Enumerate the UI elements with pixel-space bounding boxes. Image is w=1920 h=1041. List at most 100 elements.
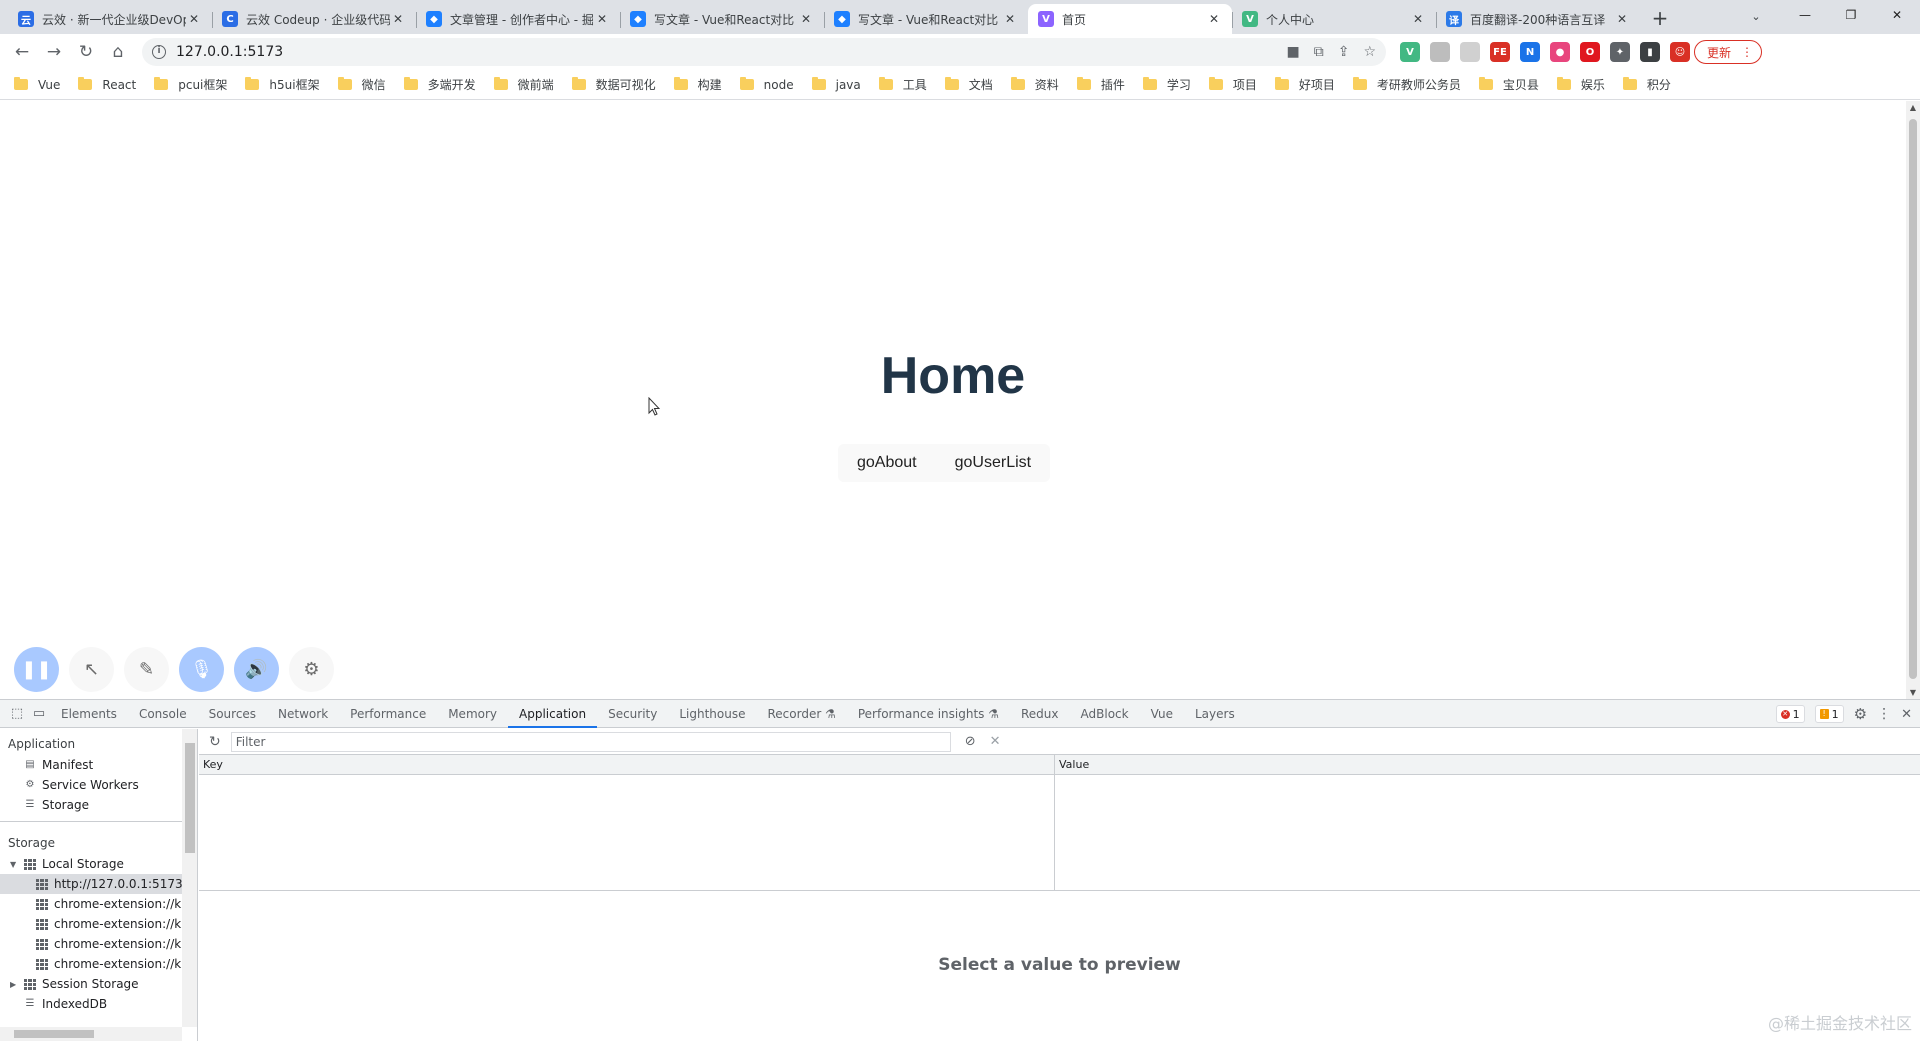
tab-search-icon[interactable]: ⌄ (1744, 4, 1768, 28)
sidebar-item-indexeddb[interactable]: ☰ IndexedDB (0, 994, 197, 1014)
go-about-button[interactable]: goAbout (838, 444, 936, 482)
browser-tab[interactable]: ◆ 写文章 - Vue和React对比 ✕ (824, 4, 1028, 34)
bookmark-folder[interactable]: 项目 (1209, 73, 1265, 97)
scroll-up-icon[interactable]: ▲ (1906, 103, 1920, 112)
share-icon[interactable]: ⇪ (1338, 44, 1350, 60)
bookmark-folder[interactable]: 微前端 (494, 73, 562, 97)
fe-helper-icon[interactable]: FE (1490, 42, 1510, 62)
devtools-tab[interactable]: Lighthouse (668, 700, 756, 728)
device-toolbar-icon[interactable]: ▭ (28, 700, 50, 728)
local-storage-origin[interactable]: chrome-extension://kbb (0, 954, 197, 974)
new-extension-icon[interactable]: N (1520, 42, 1540, 62)
extension-gray-icon[interactable] (1430, 42, 1450, 62)
devtools-tab[interactable]: Console (128, 700, 198, 728)
back-icon[interactable]: ← (8, 38, 36, 66)
bookmark-folder[interactable]: pcui框架 (154, 73, 235, 97)
warning-count-badge[interactable]: ! 1 (1815, 705, 1844, 723)
sidebar-scrollbar[interactable] (182, 729, 198, 1027)
devtools-tab[interactable]: Application (508, 700, 597, 728)
tab-close-icon[interactable]: ✕ (1002, 12, 1018, 26)
local-storage-origin[interactable]: http://127.0.0.1:5173/ (0, 874, 197, 894)
new-tab-button[interactable]: + (1646, 4, 1674, 32)
site-info-icon[interactable]: i (152, 45, 166, 59)
pause-icon[interactable]: ❚❚ (14, 647, 59, 692)
clear-all-icon[interactable]: ⊘ (965, 734, 976, 749)
microphone-icon[interactable]: 🎙 (179, 647, 224, 692)
bookmark-folder[interactable]: 数据可视化 (572, 73, 664, 97)
tab-close-icon[interactable]: ✕ (1206, 12, 1222, 26)
bookmark-folder[interactable]: 文档 (945, 73, 1001, 97)
bookmark-star-icon[interactable]: ☆ (1363, 44, 1376, 60)
browser-tab[interactable]: C 云效 Codeup · 企业级代码 ✕ (212, 4, 416, 34)
value-column-header[interactable]: Value (1055, 755, 1920, 774)
devtools-tab[interactable]: Performance (339, 700, 437, 728)
browser-tab[interactable]: 译 百度翻译-200种语言互译 ✕ (1436, 4, 1640, 34)
bookmark-folder[interactable]: 构建 (674, 73, 730, 97)
bookmark-folder[interactable]: Vue (14, 73, 68, 97)
bookmark-folder[interactable]: node (740, 73, 802, 97)
page-scroll-thumb[interactable] (1909, 119, 1917, 679)
browser-tab[interactable]: ◆ 文章管理 - 创作者中心 - 掘 ✕ (416, 4, 620, 34)
collapse-triangle-icon[interactable]: ▶ (10, 980, 20, 989)
close-window-button[interactable]: ✕ (1874, 0, 1920, 30)
bookmark-folder[interactable]: java (812, 73, 869, 97)
devtools-tab[interactable]: Recorder ⚗ (757, 700, 847, 728)
local-storage-origin[interactable]: chrome-extension://kbb (0, 914, 197, 934)
reload-icon[interactable]: ↻ (72, 38, 100, 66)
bookmark-folder[interactable]: 微信 (338, 73, 394, 97)
restore-button[interactable]: ❐ (1828, 0, 1874, 30)
tab-close-icon[interactable]: ✕ (1410, 12, 1426, 26)
camera-icon[interactable]: ■ (1286, 44, 1299, 60)
error-count-badge[interactable]: ✕ 1 (1776, 705, 1805, 723)
browser-tab[interactable]: V 首页 ✕ (1028, 4, 1232, 34)
bookmark-folder[interactable]: 学习 (1143, 73, 1199, 97)
devtools-tab[interactable]: Sources (198, 700, 267, 728)
browser-tab[interactable]: 云 云效 · 新一代企业级DevOps ✕ (8, 4, 212, 34)
browser-tab[interactable]: V 个人中心 ✕ (1232, 4, 1436, 34)
devtools-more-icon[interactable]: ⋮ (1877, 706, 1891, 722)
refresh-icon[interactable]: ↻ (209, 734, 221, 750)
tab-close-icon[interactable]: ✕ (594, 12, 610, 26)
inspect-element-icon[interactable]: ⬚ (6, 700, 28, 728)
update-button[interactable]: 更新 ⋮ (1694, 40, 1762, 64)
sidepanel-icon[interactable]: ▮ (1640, 42, 1660, 62)
local-storage-origin[interactable]: chrome-extension://kbb (0, 934, 197, 954)
opera-icon[interactable]: O (1580, 42, 1600, 62)
browser-tab[interactable]: ◆ 写文章 - Vue和React对比 ✕ (620, 4, 824, 34)
devtools-tab[interactable]: Vue (1140, 700, 1184, 728)
devtools-settings-icon[interactable]: ⚙ (1854, 705, 1867, 723)
go-user-list-button[interactable]: goUserList (936, 444, 1050, 482)
bookmark-folder[interactable]: 工具 (879, 73, 935, 97)
devtools-tab[interactable]: Network (267, 700, 339, 728)
devtools-tab[interactable]: Redux (1010, 700, 1070, 728)
url-text[interactable]: 127.0.0.1:5173 (176, 44, 1286, 60)
bookmark-folder[interactable]: 积分 (1623, 73, 1679, 97)
address-bar[interactable]: i 127.0.0.1:5173 ■ ⧉ ⇪ ☆ (142, 38, 1386, 66)
settings-icon[interactable]: ⚙ (289, 647, 334, 692)
forward-icon[interactable]: → (40, 38, 68, 66)
bookmark-folder[interactable]: 娱乐 (1557, 73, 1613, 97)
puzzle-icon[interactable]: ✦ (1610, 42, 1630, 62)
bookmark-folder[interactable]: React (78, 73, 144, 97)
bookmark-folder[interactable]: 插件 (1077, 73, 1133, 97)
devtools-tab[interactable]: Elements (50, 700, 128, 728)
local-storage-origin[interactable]: chrome-extension://kbb (0, 894, 197, 914)
minimize-button[interactable]: — (1782, 0, 1828, 30)
record-extension-icon[interactable]: ● (1550, 42, 1570, 62)
bookmark-folder[interactable]: 资料 (1011, 73, 1067, 97)
sidebar-item[interactable]: ▤Manifest (0, 755, 197, 775)
sidebar-item[interactable]: ⚙Service Workers (0, 775, 197, 795)
menu-kebab-icon[interactable]: ⋮ (1741, 45, 1753, 59)
sidebar-item[interactable]: ☰Storage (0, 795, 197, 815)
devtools-close-icon[interactable]: ✕ (1901, 707, 1912, 722)
bookmark-folder[interactable]: 宝贝县 (1479, 73, 1547, 97)
bookmark-folder[interactable]: 考研教师公务员 (1353, 73, 1469, 97)
scroll-down-icon[interactable]: ▼ (1906, 688, 1920, 697)
devtools-tab[interactable]: Memory (437, 700, 508, 728)
profile-avatar-icon[interactable]: ☺ (1670, 42, 1690, 62)
pen-icon[interactable]: ✎ (124, 647, 169, 692)
sidebar-item-session-storage[interactable]: ▶ Session Storage (0, 974, 197, 994)
sidebar-hscrollbar[interactable] (0, 1027, 182, 1041)
vue-devtools-icon[interactable]: V (1400, 42, 1420, 62)
tab-close-icon[interactable]: ✕ (1614, 12, 1630, 26)
